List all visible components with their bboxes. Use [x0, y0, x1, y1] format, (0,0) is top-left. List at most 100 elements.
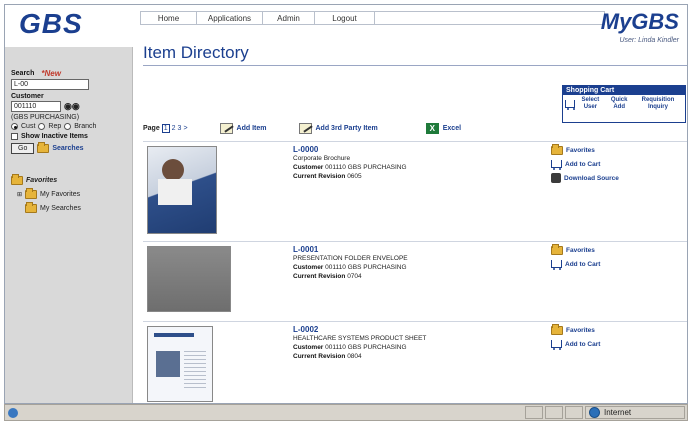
list-item: L-0002 HEALTHCARE SYSTEMS PRODUCT SHEET … — [143, 321, 687, 403]
customer-field-label: Customer — [293, 344, 324, 351]
person-image — [162, 159, 184, 181]
ie-page-icon — [8, 407, 18, 418]
go-button[interactable]: Go — [11, 143, 35, 154]
searches-folder-icon[interactable] — [37, 142, 50, 153]
radio-rep-label: Rep — [48, 123, 62, 130]
status-cell — [545, 406, 563, 419]
download-source-button[interactable]: Download Source — [551, 173, 619, 183]
tree-my-searches[interactable]: My Searches — [40, 205, 81, 212]
searches-link[interactable]: Searches — [52, 145, 83, 152]
status-cell — [525, 406, 543, 419]
binoculars-icon[interactable]: ◉◉ — [64, 101, 80, 112]
cart-icon — [565, 100, 576, 110]
item-thumbnail[interactable] — [147, 146, 217, 234]
folder-icon — [11, 174, 23, 185]
status-bar: Internet — [4, 404, 688, 421]
shopping-cart-title: Shopping Cart — [563, 86, 685, 95]
add-to-cart-button[interactable]: Add to Cart — [551, 260, 600, 270]
main-content: Item Directory Shopping Cart Select User… — [137, 43, 687, 403]
add-to-cart-button[interactable]: Add to Cart — [551, 340, 601, 350]
customer-field-label: Customer — [293, 164, 324, 171]
title-divider — [143, 65, 687, 66]
top-nav: Home Applications Admin Logout — [140, 11, 605, 25]
browser-frame: GBS Home Applications Admin Logout MyGBS… — [4, 4, 688, 404]
item-customer: 001110 GBS PURCHASING — [325, 164, 407, 171]
new-search-link[interactable]: *New — [41, 69, 61, 78]
add-item-button[interactable]: Add Item — [219, 122, 267, 134]
excel-label: Excel — [442, 124, 462, 132]
select-user-button[interactable]: Select User — [575, 97, 605, 111]
radio-branch[interactable] — [64, 123, 72, 130]
search-input[interactable]: L-00 — [11, 79, 89, 90]
zone-label: Internet — [604, 408, 632, 417]
item-revision: 0704 — [347, 273, 362, 280]
item-thumbnail[interactable] — [147, 246, 231, 312]
add-item-label: Add Item — [236, 124, 267, 132]
item-code[interactable]: L-0002 — [293, 325, 426, 334]
favorites-label: Favorites — [566, 247, 595, 254]
tree-my-favorites[interactable]: My Favorites — [40, 191, 80, 198]
favorites-label: Favorites — [566, 147, 595, 154]
item-description: Corporate Brochure — [293, 155, 351, 162]
page-3[interactable]: 3 — [178, 125, 182, 132]
show-inactive-checkbox[interactable] — [11, 133, 18, 140]
revision-field-label: Current Revision — [293, 353, 346, 360]
item-revision: 0804 — [347, 353, 362, 360]
thumb-photo — [156, 351, 180, 377]
header: GBS Home Applications Admin Logout MyGBS… — [5, 5, 687, 47]
cart-icon — [551, 340, 562, 350]
add-to-cart-label: Add to Cart — [565, 160, 601, 168]
revision-field-label: Current Revision — [293, 273, 346, 280]
nav-logout[interactable]: Logout — [315, 12, 375, 24]
folder-icon — [551, 244, 563, 255]
page-next[interactable]: > — [183, 125, 187, 132]
add-third-party-button[interactable]: Add 3rd Party Item — [298, 122, 378, 134]
favorites-button[interactable]: Favorites — [551, 244, 600, 255]
mygbs-brand: MyGBS — [600, 9, 679, 34]
excel-icon: X — [425, 122, 439, 134]
add-to-cart-button[interactable]: Add to Cart — [551, 160, 619, 170]
quick-add-button[interactable]: Quick Add — [605, 97, 632, 111]
page-title: Item Directory — [143, 43, 249, 62]
folder-icon — [25, 188, 38, 199]
shirt-shape — [158, 179, 192, 205]
customer-input[interactable]: 001110 — [11, 101, 61, 112]
favorites-button[interactable]: Favorites — [551, 324, 600, 335]
folder-icon — [551, 324, 563, 335]
search-label: Search — [11, 70, 35, 77]
gbs-logo[interactable]: GBS — [19, 8, 83, 40]
radio-rep[interactable] — [38, 123, 46, 130]
item-thumbnail[interactable] — [147, 326, 213, 402]
favorites-label: Favorites — [566, 327, 595, 334]
download-icon — [551, 173, 561, 183]
favorites-button[interactable]: Favorites — [551, 144, 619, 155]
requisition-inquiry-button[interactable]: Requisition Inquiry — [633, 97, 683, 111]
list-item: L-0001 PRESENTATION FOLDER ENVELOPE Cust… — [143, 241, 687, 317]
thumb-text — [184, 351, 206, 391]
user-name: User: Linda Kindler — [619, 37, 679, 44]
favorites-tree: Favorites ⊞ My Favorites My Searches — [11, 174, 126, 213]
expand-icon[interactable]: ⊞ — [17, 191, 22, 198]
add-third-party-label: Add 3rd Party Item — [315, 124, 378, 132]
item-description: PRESENTATION FOLDER ENVELOPE — [293, 255, 408, 262]
cart-icon — [551, 260, 562, 270]
item-code[interactable]: L-0000 — [293, 145, 407, 154]
folder-icon — [25, 202, 37, 213]
add-to-cart-label: Add to Cart — [565, 340, 601, 348]
excel-button[interactable]: X Excel — [425, 122, 462, 134]
page-1[interactable]: 1 — [161, 123, 170, 133]
radio-branch-label: Branch — [74, 123, 97, 130]
item-code[interactable]: L-0001 — [293, 245, 408, 254]
nav-admin[interactable]: Admin — [263, 12, 315, 24]
nav-applications[interactable]: Applications — [197, 12, 263, 24]
tree-root-favorites[interactable]: Favorites — [26, 177, 57, 184]
radio-cust[interactable] — [11, 123, 18, 130]
download-source-label: Download Source — [564, 174, 619, 182]
folder-icon — [551, 144, 563, 155]
item-customer: 001110 GBS PURCHASING — [325, 264, 407, 271]
nav-home[interactable]: Home — [141, 12, 197, 24]
item-revision: 0605 — [347, 173, 362, 180]
status-cell — [565, 406, 583, 419]
page-2[interactable]: 2 — [172, 125, 176, 132]
sidebar: Search *New L-00 Customer 001110 ◉◉ (GBS… — [5, 47, 133, 403]
